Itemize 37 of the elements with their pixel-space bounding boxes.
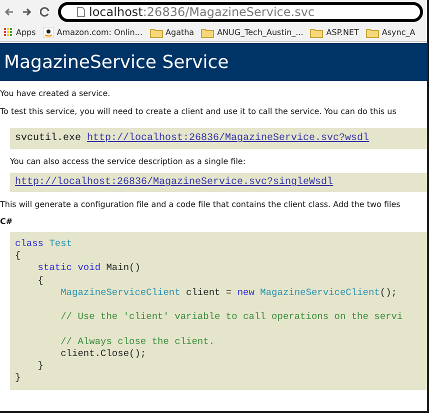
- address-url: localhost:26836/MagazineService.svc: [89, 4, 315, 21]
- address-field[interactable]: localhost:26836/MagazineService.svc: [58, 2, 423, 22]
- intro-text: You have created a service.: [0, 88, 112, 100]
- code-line: // Use the 'client' variable to call operations on the servi: [60, 311, 404, 324]
- page-title: MagazineService Service: [4, 50, 229, 74]
- bookmark-item[interactable]: Async_A: [366, 26, 416, 38]
- single-file-note: You can also access the service description as a single file:: [10, 156, 247, 168]
- language-label: C#: [0, 216, 14, 228]
- code-line: static void Main(): [36, 262, 142, 275]
- command-text: svcutil.exe: [15, 132, 82, 146]
- generate-note: This will generate a configuration file and a code file that contains the client class. Add the two files: [0, 199, 402, 211]
- single-wsdl-link[interactable]: http://localhost:26836/MagazineService.svc?singleWsdl: [15, 175, 334, 190]
- bookmark-item[interactable]: Apps: [4, 26, 36, 38]
- code-line: }: [15, 372, 22, 384]
- back-arrow-icon[interactable]: [4, 7, 14, 17]
- bookmark-item[interactable]: Agatha: [150, 26, 194, 38]
- reload-icon[interactable]: [40, 7, 50, 17]
- page-icon: [77, 7, 85, 17]
- bookmark-item[interactable]: ANUG_Tech_Austin_...: [201, 26, 304, 38]
- bookmark-item[interactable]: ASP.NET: [310, 26, 359, 38]
- code-line: // Always close the client.: [60, 336, 216, 348]
- bookmark-item[interactable]: Amazon.com: Onlin...: [42, 26, 143, 38]
- site-logo-icon: [42, 27, 54, 38]
- code-line: class Test: [15, 238, 74, 250]
- code-line: }: [36, 360, 45, 372]
- folder-icon: [310, 28, 324, 38]
- instructions-text: To test this service, you will need to create a client and use it to call the service. You can do this us: [0, 106, 398, 118]
- folder-icon: [150, 28, 163, 38]
- wsdl-link[interactable]: http://localhost:26836/MagazineService.svc?wsdl: [87, 131, 370, 146]
- folder-icon: [366, 28, 379, 38]
- code-line: MagazineServiceClient client = new MagazineServiceClient();: [60, 286, 398, 300]
- apps-grid-icon: [4, 28, 13, 37]
- forward-arrow-icon[interactable]: [22, 7, 32, 17]
- code-line: {: [15, 250, 22, 262]
- code-line: client.Close();: [60, 348, 148, 360]
- code-line: {: [36, 274, 45, 287]
- folder-icon: [201, 28, 214, 38]
